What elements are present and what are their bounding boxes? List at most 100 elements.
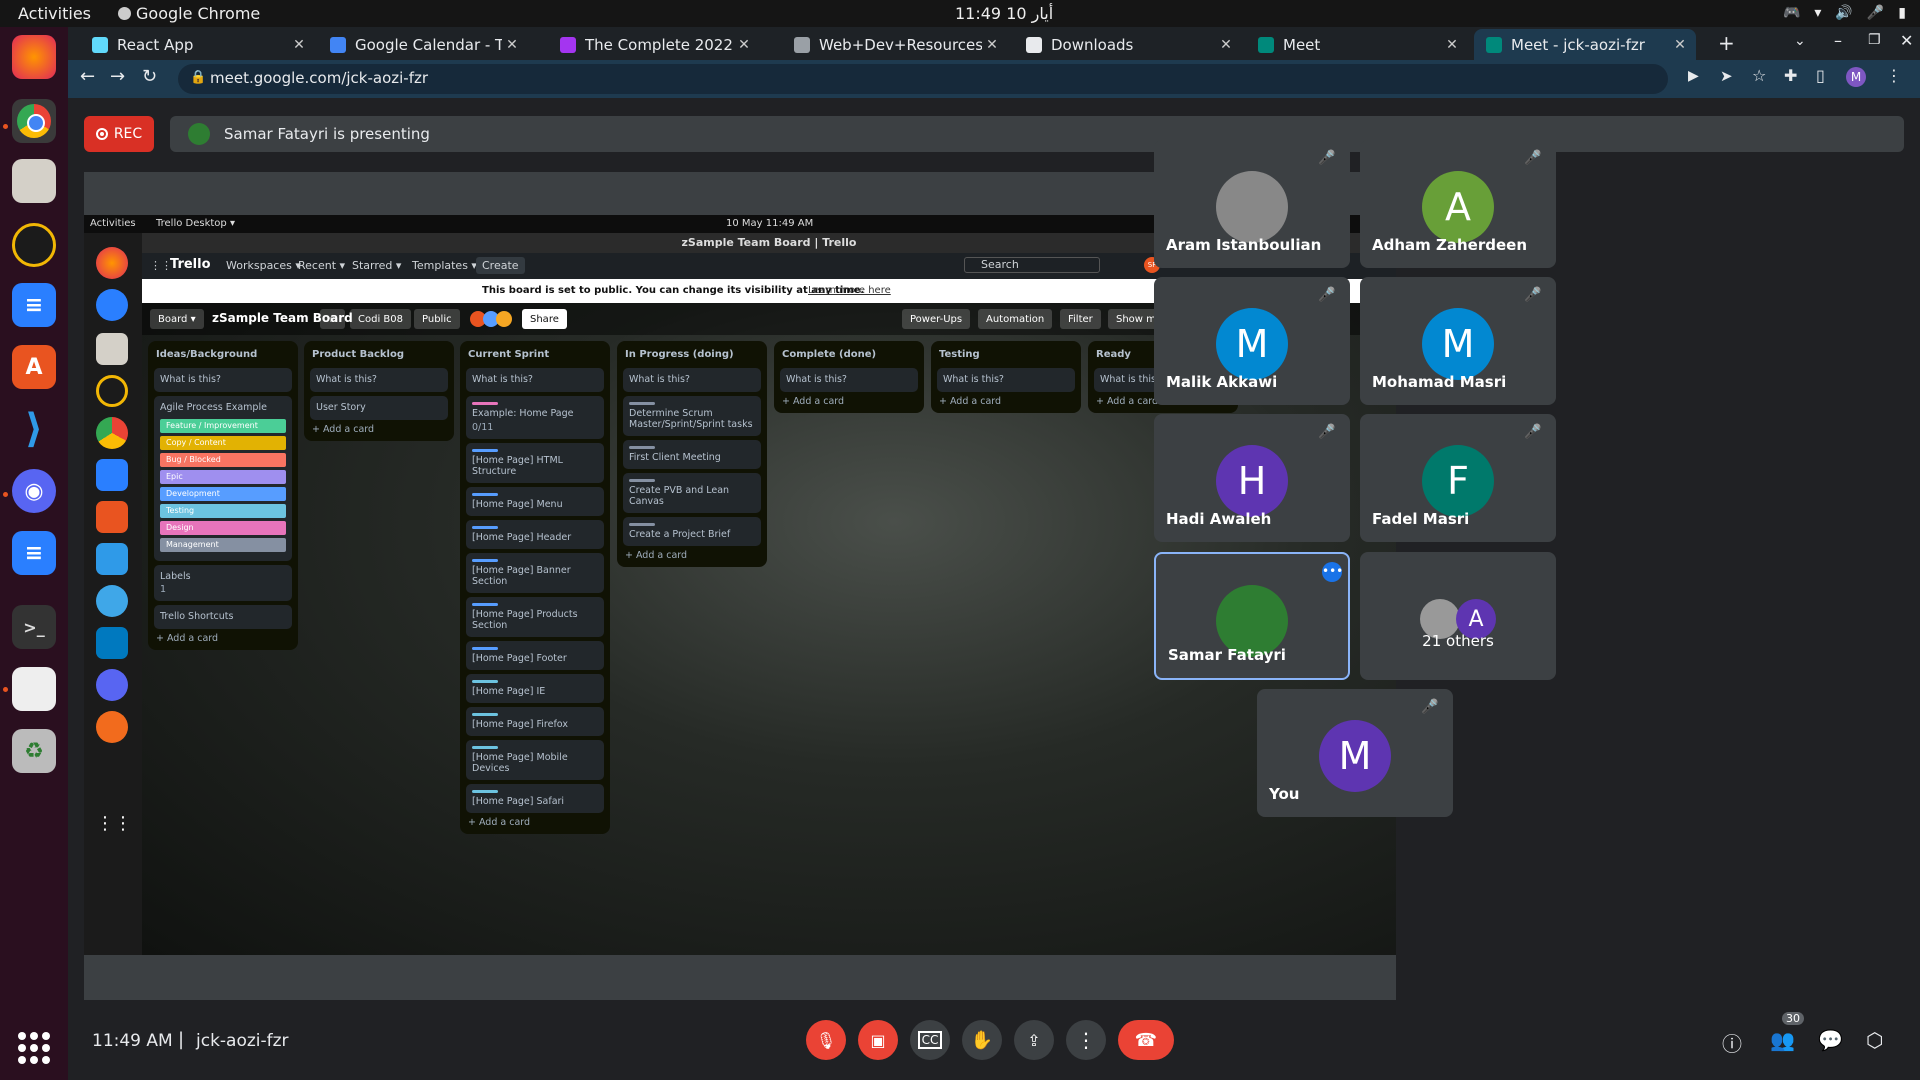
back-icon[interactable]: ← [80, 66, 95, 87]
trello-list: Ideas/Background What is this? Agile Proce… [148, 341, 298, 650]
extensions-icon[interactable]: ✚ [1784, 66, 1797, 85]
bookmark-star-icon[interactable]: ☆ [1752, 66, 1766, 85]
participant-tile[interactable]: Aram Istanboulian 🎤 [1154, 140, 1350, 268]
vscode-icon[interactable]: ⟩ [12, 406, 56, 452]
tab-close-icon[interactable]: ✕ [502, 37, 522, 53]
camera-off-button[interactable]: ▣ [858, 1020, 898, 1060]
card-title: [Home Page] IE [472, 686, 546, 697]
tab-6[interactable]: Meet - jck-aozi-fzr ✕ [1474, 29, 1696, 60]
participant-tile[interactable]: A Adham Zaherdeen 🎤 [1360, 140, 1556, 268]
minimize-icon[interactable]: – [1834, 31, 1842, 50]
clock[interactable]: 11:49 10 أيار [955, 4, 1053, 23]
list-title: Testing [939, 349, 980, 360]
more-icon: ⋮ [1076, 1028, 1096, 1052]
tab-0[interactable]: React App ✕ [80, 29, 315, 60]
tab-strip: React App✕Google Calendar - Tuesd✕ The Co… [68, 27, 1920, 60]
raise-hand-button[interactable]: ✋ [962, 1020, 1002, 1060]
close-window-icon[interactable]: ✕ [1900, 31, 1913, 50]
volume-icon[interactable]: 🔊 [1835, 5, 1852, 21]
tab-close-icon[interactable]: ✕ [1670, 37, 1690, 53]
shared-app-menu: Trello Desktop ▾ [156, 218, 235, 229]
more-options-button[interactable]: ⋮ [1066, 1020, 1106, 1060]
tab-close-icon[interactable]: ✕ [1442, 37, 1462, 53]
participant-tile[interactable]: M Malik Akkawi 🎤 [1154, 277, 1350, 405]
card-title: [Home Page] Header [472, 532, 572, 543]
tab-close-icon[interactable]: ✕ [289, 37, 309, 53]
present-button[interactable]: ⇪ [1014, 1020, 1054, 1060]
activities-button[interactable]: Activities [18, 4, 91, 23]
screenshot-icon[interactable] [12, 667, 56, 711]
show-apps-icon[interactable] [18, 1032, 50, 1064]
mic-off-button[interactable]: 🎙 [806, 1020, 846, 1060]
participant-avatar: M [1319, 720, 1391, 792]
participant-avatar: F [1422, 445, 1494, 517]
files-icon[interactable] [12, 159, 56, 203]
leave-call-button[interactable]: ☎ [1118, 1020, 1174, 1060]
participant-tile[interactable]: H Hadi Awaleh 🎤 [1154, 414, 1350, 542]
participant-name: Aram Istanboulian [1166, 236, 1322, 254]
tab-search-icon[interactable]: ⌄ [1794, 33, 1806, 49]
restore-icon[interactable]: ❐ [1868, 32, 1881, 48]
participant-avatar: A [1422, 171, 1494, 243]
battery-icon[interactable]: ▮ [1898, 5, 1906, 21]
writer-icon[interactable]: ≡ [12, 283, 56, 327]
captions-button[interactable]: CC [910, 1020, 950, 1060]
app-menu[interactable]: Google Chrome [118, 4, 260, 23]
chat-icon[interactable]: 💬 [1818, 1028, 1843, 1052]
new-tab-button[interactable]: + [1718, 31, 1735, 55]
tab-close-icon[interactable]: ✕ [734, 37, 754, 53]
discord-icon[interactable]: ◉ [12, 469, 56, 513]
trello-card: Determine Scrum Master/Sprint/Sprint tas… [623, 396, 761, 436]
send-icon[interactable]: ➤ [1720, 67, 1733, 85]
meeting-info-icon[interactable]: ⓘ [1722, 1028, 1742, 1057]
lock-icon[interactable]: 🔒 [190, 70, 206, 85]
trash-icon[interactable]: ♻ [12, 729, 56, 773]
tab-5[interactable]: Meet ✕ [1246, 29, 1468, 60]
profile-avatar[interactable]: M [1846, 67, 1866, 87]
muted-mic-icon: 🎤 [1318, 424, 1336, 440]
reload-icon[interactable]: ↻ [142, 66, 157, 87]
trello-card: What is this? [154, 368, 292, 392]
trello-card: What is this? [623, 368, 761, 392]
label-chip: Design [160, 521, 286, 535]
system-tray[interactable]: 🎮 ▾ 🔊 🎤 ▮ [1783, 5, 1906, 21]
shared-postman-icon [96, 711, 128, 743]
board-view-switch: Board ▾ [150, 309, 204, 329]
board-workspace: Codi B08 [350, 309, 411, 329]
side-panel-icon[interactable]: ▯ [1816, 66, 1825, 85]
participant-tile[interactable]: M You 🎤 [1257, 689, 1453, 817]
software-icon[interactable]: A [12, 345, 56, 389]
rhythmbox-icon[interactable] [12, 223, 56, 267]
participant-tile[interactable]: A 21 others [1360, 552, 1556, 680]
avatar-initial: M [1441, 322, 1475, 366]
tile-options-icon[interactable]: ••• [1322, 562, 1343, 582]
nav-recent: Recent ▾ [298, 259, 346, 272]
tab-2[interactable]: The Complete 2022 Web✕ [548, 29, 760, 60]
tab-close-icon[interactable]: ✕ [982, 37, 1002, 53]
tab-4[interactable]: Downloads ✕ [1014, 29, 1242, 60]
mic-icon[interactable]: 🎤 [1867, 5, 1884, 21]
chrome-dock-icon[interactable] [12, 99, 56, 143]
participant-tile[interactable]: Samar Fatayri ••• [1154, 552, 1350, 680]
chrome-menu-icon[interactable]: ⋮ [1886, 66, 1902, 85]
tab-1[interactable]: Google Calendar - Tuesd✕ [318, 29, 528, 60]
list-title: Ideas/Background [156, 349, 258, 360]
label-text: Development [166, 489, 220, 498]
address-bar[interactable]: 🔒 meet.google.com/jck-aozi-fzr [178, 64, 1668, 94]
recording-indicator[interactable]: REC [84, 116, 154, 152]
wifi-icon[interactable]: ▾ [1814, 5, 1821, 21]
tab-close-icon[interactable]: ✕ [1216, 37, 1236, 53]
camera-icon[interactable]: ▶ [1688, 68, 1699, 84]
terminal-icon[interactable]: >_ [12, 605, 56, 649]
participant-avatar: H [1216, 445, 1288, 517]
tab-3[interactable]: Web+Dev+Resources (2)✕ [782, 29, 1008, 60]
muted-mic-icon: 🎤 [1524, 150, 1542, 166]
participant-tile[interactable]: M Mohamad Masri 🎤 [1360, 277, 1556, 405]
firefox-icon[interactable] [12, 35, 56, 79]
presenter-avatar [188, 123, 210, 145]
participant-tile[interactable]: F Fadel Masri 🎤 [1360, 414, 1556, 542]
people-icon[interactable]: 👥 [1770, 1028, 1795, 1052]
activities-icon[interactable]: ⬡ [1866, 1028, 1883, 1052]
forward-icon[interactable]: → [110, 66, 125, 87]
discord-tray-icon[interactable]: 🎮 [1783, 5, 1800, 21]
